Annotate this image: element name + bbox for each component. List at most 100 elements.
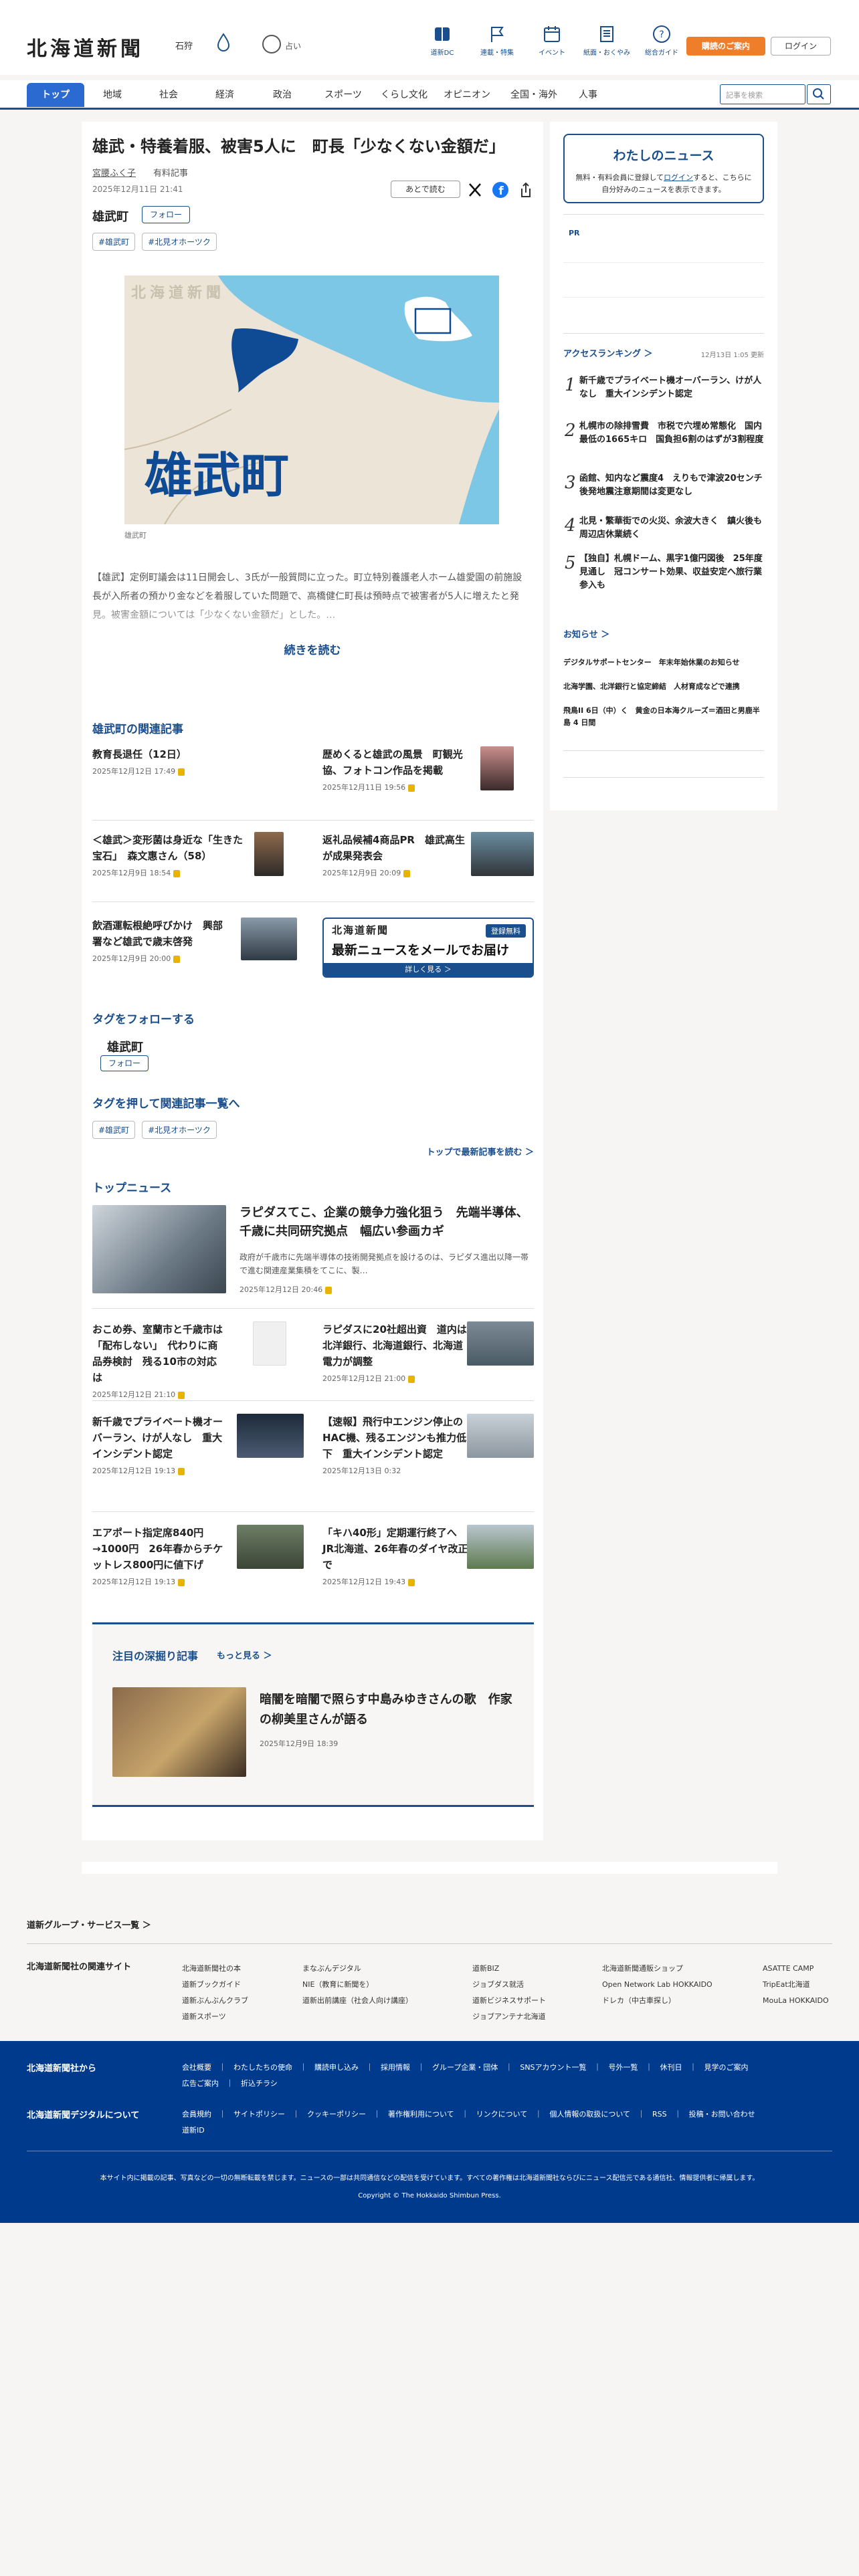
top-news-lead-title[interactable]: ラピダスてこ、企業の競争力強化狙う 先端半導体、千歳に共同研究拠点 幅広い参画カ… <box>240 1204 534 1241</box>
tag-link[interactable]: #北見オホーツク <box>142 233 217 251</box>
footer-link[interactable]: 採用情報 <box>381 2063 410 2072</box>
footer-link[interactable]: 北海道新聞社の本 <box>182 1961 248 1977</box>
related-article[interactable]: 飲酒運転根絶呼びかけ 興部署など雄武で歳末啓発 2025年12月9日 20:00 <box>92 918 226 967</box>
author-name[interactable]: 宮腰ふく子 <box>92 166 136 179</box>
top-news-thumbnail[interactable] <box>467 1414 534 1458</box>
footer-link[interactable]: NIE（教育に新聞を） <box>302 1977 413 1993</box>
related-thumbnail[interactable] <box>480 746 514 790</box>
footer-link[interactable]: 見学のご案内 <box>704 2063 749 2072</box>
nav-tab-world[interactable]: 全国・海外 <box>500 83 567 107</box>
back-to-top-link[interactable]: トップで最新記事を読む ＞ <box>426 1145 534 1158</box>
login-button[interactable]: ログイン <box>771 37 831 56</box>
footer-link[interactable]: 休刊日 <box>660 2063 682 2072</box>
top-news-thumbnail[interactable] <box>467 1321 534 1366</box>
nav-icon-item[interactable]: ? 総合ガイド <box>634 24 689 57</box>
follow-button[interactable]: フォロー <box>142 206 190 223</box>
top-news-item[interactable]: エアポート指定席840円→1000円 26年春からチケットレス800円に値下げ 2… <box>92 1525 226 1590</box>
footer-link[interactable]: 道新スポーツ <box>182 2009 248 2025</box>
related-article[interactable]: 教育長退任（12日） 2025年12月12日 17:49 <box>92 746 304 780</box>
notice-item[interactable]: 北海学園、北洋銀行と協定締結 人材育成などで連携 <box>563 681 764 693</box>
share-icon[interactable] <box>516 181 535 199</box>
top-news-thumbnail[interactable] <box>237 1525 304 1569</box>
footer-link[interactable]: 道新出前講座（社会人向け講座） <box>302 1993 413 2009</box>
ranking-item[interactable]: 3 函館、知内など震度4 えりもで津波20センチ 後発地震注意期間は変更なし <box>565 472 771 499</box>
footer-link[interactable]: 道新ぶんぶんクラブ <box>182 1993 248 2009</box>
facebook-share-icon[interactable]: f <box>491 181 510 199</box>
top-news-lead-image[interactable] <box>92 1205 226 1293</box>
top-news-item[interactable]: おこめ券、室蘭市と千歳市は「配布しない」 代わりに商品券検討 残る10市の対応は… <box>92 1321 226 1403</box>
search-input[interactable]: 記事を検索 <box>720 84 805 104</box>
top-news-item[interactable]: 【速報】飛行中エンジン停止のHAC機、残るエンジンも推力低下 重大インシデント認… <box>322 1414 470 1479</box>
related-article[interactable]: 歴めくると雄武の風景 町観光協、フォトコン作品を掲載 2025年12月11日 19… <box>322 746 476 796</box>
banner-link[interactable]: 詳しく見る ＞ <box>324 963 533 976</box>
footer-link[interactable]: まなぶんデジタル <box>302 1961 413 1977</box>
nav-tab-top[interactable]: トップ <box>27 83 84 107</box>
top-news-thumbnail[interactable] <box>237 1414 304 1458</box>
group-services-link[interactable]: 道新グループ・サービス一覧 ＞ <box>27 1918 151 1931</box>
nav-tab-region[interactable]: 地域 <box>84 83 140 107</box>
subscribe-button[interactable]: 購読のご案内 <box>686 37 765 56</box>
top-news-item[interactable]: ラピダスに20社超出資 道内は北洋銀行、北海道銀行、北海道電力が調整 2025年1… <box>322 1321 470 1387</box>
save-for-later-button[interactable]: あとで読む <box>391 181 460 198</box>
tag-link[interactable]: #雄武町 <box>92 1121 136 1139</box>
read-more-link[interactable]: 続きを読む <box>82 641 543 657</box>
footer-link[interactable]: 個人情報の取扱について <box>549 2110 630 2119</box>
email-newsletter-banner[interactable]: 北海道新聞 登録無料 最新ニュースをメールでお届け 詳しく見る ＞ <box>322 918 534 978</box>
fortune-icon[interactable] <box>262 35 281 53</box>
related-thumbnail[interactable] <box>241 918 297 960</box>
footer-link[interactable]: 購読申し込み <box>314 2063 359 2072</box>
footer-link[interactable]: 道新ビジネスサポート <box>472 1993 546 2009</box>
footer-link[interactable]: 号外一覧 <box>609 2063 638 2072</box>
my-news-box[interactable]: わたしのニュース 無料・有料会員に登録してログインすると、こちらに自分好みのニュ… <box>563 134 764 203</box>
follow-button[interactable]: フォロー <box>100 1055 149 1071</box>
related-thumbnail[interactable] <box>471 832 534 876</box>
top-news-thumbnail[interactable] <box>253 1321 286 1366</box>
related-thumbnail[interactable] <box>254 832 284 876</box>
footer-link[interactable]: 道新ID <box>182 2126 205 2135</box>
nav-tab-politics[interactable]: 政治 <box>253 83 312 107</box>
footer-link[interactable]: 著作権利用について <box>388 2110 454 2119</box>
footer-link[interactable]: 道新ブックガイド <box>182 1977 248 1993</box>
top-news-item[interactable]: 新千歳でプライベート機オーバーラン、けが人なし 重大インシデント認定 2025年1… <box>92 1414 226 1479</box>
footer-link[interactable]: 会社概要 <box>182 2063 211 2072</box>
footer-link[interactable]: 北海道新聞通販ショップ <box>602 1961 712 1977</box>
related-article[interactable]: ＜雄武＞変形菌は身近な「生きた宝石」 森文惠さん（58） 2025年12月9日 1… <box>92 832 246 881</box>
nav-icon-item[interactable]: 連載・特集 <box>470 24 524 57</box>
nav-tab-personnel[interactable]: 人事 <box>567 83 609 107</box>
nav-tab-culture[interactable]: くらし文化 <box>375 83 434 107</box>
site-logo[interactable]: 北海道新聞 <box>27 32 144 62</box>
footer-link[interactable]: グループ企業・団体 <box>432 2063 498 2072</box>
ranking-item[interactable]: 5 【独自】札幌ドーム、黒字1億円図後 25年度見通し 冠コンサート効果、収益安定… <box>565 552 765 593</box>
footer-link[interactable]: MouLa HOKKAIDO <box>763 1993 829 2009</box>
tag-link[interactable]: #雄武町 <box>92 233 136 251</box>
search-button[interactable] <box>807 84 831 104</box>
deep-dive-more-link[interactable]: もっと見る ＞ <box>217 1648 272 1661</box>
footer-link[interactable]: 折込チラシ <box>241 2079 278 2088</box>
top-news-item[interactable]: 「キハ40形」定期運行終了へ JR北海道、26年春のダイヤ改正で 2025年12月… <box>322 1525 470 1590</box>
footer-link[interactable]: 広告ご案内 <box>182 2079 219 2088</box>
footer-link[interactable]: RSS <box>652 2110 667 2119</box>
notice-item[interactable]: デジタルサポートセンター 年末年始休業のお知らせ <box>563 657 764 669</box>
ranking-item[interactable]: 2 札幌市の除排雪費 市税で穴埋め常態化 国内最低の1665キロ 国負担6割のはず… <box>565 420 765 447</box>
deep-dive-image[interactable] <box>112 1687 246 1777</box>
footer-link[interactable]: 道新BIZ <box>472 1961 546 1977</box>
x-share-icon[interactable] <box>466 181 484 199</box>
location-label[interactable]: 石狩 <box>175 39 193 51</box>
footer-link[interactable]: TripEat北海道 <box>763 1977 829 1993</box>
notice-title-link[interactable]: お知らせ ＞ <box>563 627 609 640</box>
nav-icon-item[interactable]: 道新DC <box>415 24 470 57</box>
footer-link[interactable]: わたしたちの使命 <box>233 2063 292 2072</box>
nav-tab-society[interactable]: 社会 <box>140 83 197 107</box>
deep-dive-article-title[interactable]: 暗闇を暗闇で照らす中島みゆきさんの歌 作家の柳美里さんが語る <box>260 1690 514 1730</box>
my-news-login-link[interactable]: ログイン <box>664 173 693 182</box>
footer-link[interactable]: Open Network Lab HOKKAIDO <box>602 1977 712 1993</box>
footer-link[interactable]: クッキーポリシー <box>307 2110 366 2119</box>
nav-icon-item[interactable]: イベント <box>524 24 579 57</box>
weather-icon[interactable] <box>215 32 231 53</box>
footer-link[interactable]: リンクについて <box>476 2110 528 2119</box>
ranking-item[interactable]: 1 新千歳でプライベート機オーバーラン、けが人なし 重大インシデント認定 <box>565 374 765 401</box>
footer-link[interactable]: SNSアカウント一覧 <box>520 2063 586 2072</box>
footer-link[interactable]: 会員規約 <box>182 2110 211 2119</box>
nav-tab-economy[interactable]: 経済 <box>197 83 253 107</box>
footer-link[interactable]: ジョブダス就活 <box>472 1977 546 1993</box>
